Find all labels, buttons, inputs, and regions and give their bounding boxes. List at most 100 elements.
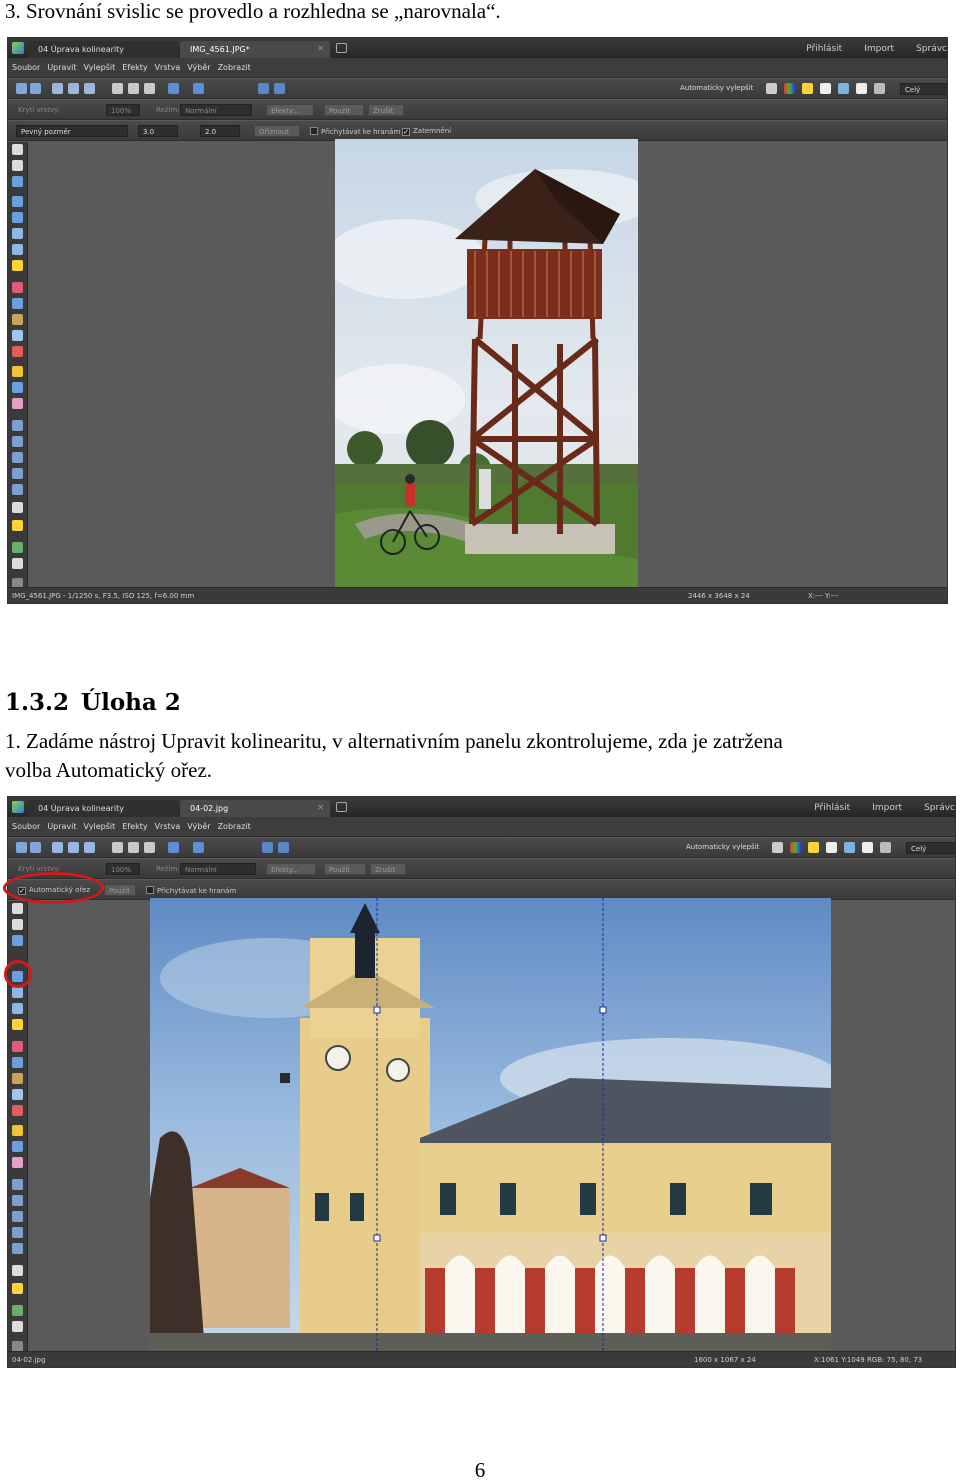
open-icon[interactable]: [52, 83, 63, 94]
value-b-field[interactable]: 2.0: [200, 125, 240, 137]
menu-file[interactable]: Soubor: [8, 58, 43, 72]
tab-workspace[interactable]: 04 Úprava kolinearity: [28, 800, 178, 817]
perspective-tool-icon[interactable]: [12, 212, 23, 223]
brush-select[interactable]: Pevný pozměr: [16, 125, 128, 137]
duplicate-icon[interactable]: [144, 842, 155, 853]
new-tab-icon[interactable]: [336, 802, 347, 812]
undo-icon[interactable]: [16, 842, 27, 853]
copy-icon[interactable]: [112, 83, 123, 94]
transform-tool-icon[interactable]: [12, 228, 23, 239]
tab-file[interactable]: IMG_4561.JPG* ✕: [180, 41, 330, 58]
heal-tool-icon[interactable]: [12, 1073, 23, 1084]
eraser-tool-icon[interactable]: [12, 398, 23, 409]
cancel-button[interactable]: Zrušit: [368, 104, 404, 116]
sharpen-icon[interactable]: [826, 842, 837, 853]
object-tool-icon[interactable]: [12, 542, 23, 553]
brightness-tool-icon[interactable]: [12, 260, 23, 271]
import-link[interactable]: Import: [872, 803, 902, 813]
undo-icon[interactable]: [16, 83, 27, 94]
levels-icon[interactable]: [838, 83, 849, 94]
brightness-tool-icon[interactable]: [12, 1019, 23, 1030]
redo-icon[interactable]: [30, 83, 41, 94]
snap-checkbox[interactable]: Přichytávat ke hranám: [142, 884, 240, 896]
clone-tool-icon[interactable]: [12, 298, 23, 309]
hand-tool-icon[interactable]: [12, 160, 23, 171]
fill-tool-icon[interactable]: [12, 382, 23, 393]
crop-button[interactable]: Oříznout: [254, 125, 300, 137]
image-icon[interactable]: [856, 83, 867, 94]
login-link[interactable]: Přihlásit: [806, 44, 842, 54]
menu-layer[interactable]: Vrstva: [151, 58, 184, 72]
auto-enhance-button[interactable]: Automaticky vylepšit: [676, 82, 757, 96]
text-tool-icon[interactable]: [12, 1321, 23, 1332]
mode-select[interactable]: Normální: [180, 863, 256, 875]
effects-tool-icon[interactable]: [12, 346, 23, 357]
tab-file[interactable]: 04-02.jpg ✕: [180, 800, 330, 817]
cancel-button[interactable]: Zrušit: [370, 863, 406, 875]
text-tool-icon[interactable]: [12, 558, 23, 569]
paste-icon[interactable]: [128, 83, 139, 94]
copy-icon[interactable]: [112, 842, 123, 853]
effects-button[interactable]: Efekty...: [266, 863, 316, 875]
smart-select-tool-icon[interactable]: [12, 1243, 23, 1254]
menu-enhance[interactable]: Vylepšit: [80, 817, 119, 831]
smart-select-tool-icon[interactable]: [12, 484, 23, 495]
color-icon[interactable]: [790, 842, 801, 853]
effects-button[interactable]: Efekty...: [266, 104, 314, 116]
apply-small-button[interactable]: Použít: [104, 884, 136, 896]
magic-wand-tool-icon[interactable]: [12, 468, 23, 479]
lasso-tool-icon[interactable]: [12, 452, 23, 463]
menu-view[interactable]: Zobrazit: [214, 58, 254, 72]
color-icon[interactable]: [784, 83, 795, 94]
import-link[interactable]: Import: [864, 44, 894, 54]
levels-tool-icon[interactable]: [12, 1003, 23, 1014]
levels-icon[interactable]: [844, 842, 855, 853]
select-rect-tool-icon[interactable]: [12, 1179, 23, 1190]
close-icon[interactable]: ✕: [317, 44, 324, 53]
effects-tool-icon[interactable]: [12, 1105, 23, 1116]
print-icon[interactable]: [84, 842, 95, 853]
crop-tool-icon[interactable]: [12, 935, 23, 946]
menu-effects[interactable]: Efekty: [118, 58, 150, 72]
pen-tool-icon[interactable]: [12, 520, 23, 531]
manager-link[interactable]: Správc: [924, 803, 955, 813]
enable-checkbox[interactable]: ✓ Zatemnění: [398, 125, 455, 137]
menu-view[interactable]: Zobrazit: [214, 817, 254, 831]
menu-effects[interactable]: Efekty: [118, 817, 150, 831]
close-icon[interactable]: ✕: [317, 803, 324, 812]
tab-workspace[interactable]: 04 Úprava kolinearity: [28, 41, 178, 58]
brush-tool-icon[interactable]: [12, 1125, 23, 1136]
apply-button[interactable]: Použít: [324, 104, 364, 116]
object-tool-icon[interactable]: [12, 1305, 23, 1316]
paste-icon[interactable]: [128, 842, 139, 853]
eyedropper-tool-icon[interactable]: [12, 502, 23, 513]
redo-icon[interactable]: [30, 842, 41, 853]
layer-opacity-value[interactable]: 100%: [106, 863, 140, 875]
adjust-icon[interactable]: [772, 842, 783, 853]
pen-tool-icon[interactable]: [12, 1283, 23, 1294]
select-rect-tool-icon[interactable]: [12, 420, 23, 431]
adjust-icon[interactable]: [766, 83, 777, 94]
retouch-tool-icon[interactable]: [12, 330, 23, 341]
print-icon[interactable]: [84, 83, 95, 94]
heal-tool-icon[interactable]: [12, 314, 23, 325]
retouch-tool-icon[interactable]: [12, 1089, 23, 1100]
menu-enhance[interactable]: Vylepšit: [80, 58, 119, 72]
save-icon[interactable]: [68, 842, 79, 853]
hand-tool-icon[interactable]: [12, 919, 23, 930]
zoom-tool-icon[interactable]: [12, 144, 23, 155]
duplicate-icon[interactable]: [144, 83, 155, 94]
auto-enhance-button[interactable]: Automaticky vylepšit: [682, 841, 763, 855]
manager-link[interactable]: Správc: [916, 44, 947, 54]
new-tab-icon[interactable]: [336, 43, 347, 53]
clone-tool-icon[interactable]: [12, 1057, 23, 1068]
fullscreen-icon[interactable]: [278, 842, 289, 853]
apply-button[interactable]: Použít: [324, 863, 366, 875]
mode-select[interactable]: Normální: [180, 104, 252, 116]
magic-wand-tool-icon[interactable]: [12, 1227, 23, 1238]
crop-tool-icon[interactable]: [12, 176, 23, 187]
menu-select[interactable]: Výběr: [183, 58, 213, 72]
fill-tool-icon[interactable]: [12, 1141, 23, 1152]
fullscreen-icon[interactable]: [274, 83, 285, 94]
zoom-select[interactable]: Celý: [906, 842, 955, 854]
